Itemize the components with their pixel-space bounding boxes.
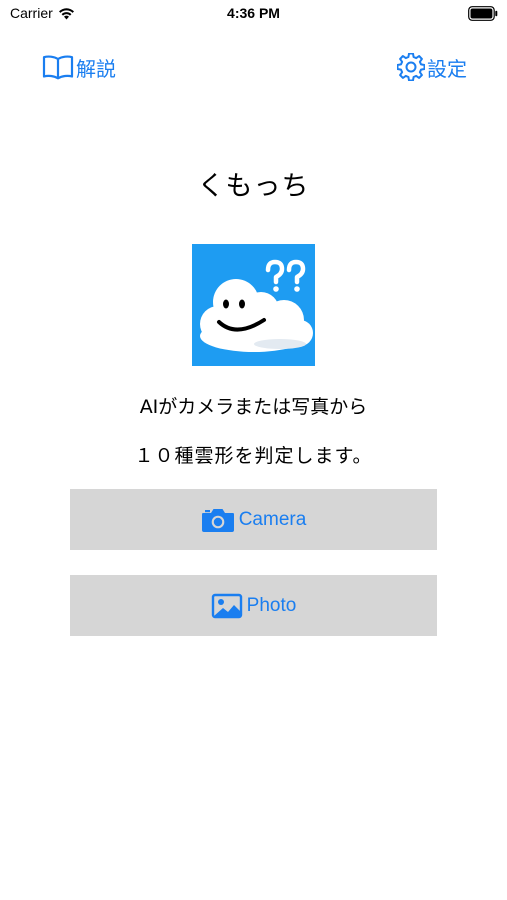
camera-icon: [201, 508, 234, 532]
description-line-2: １０種雲形を判定します。: [134, 445, 373, 467]
status-bar: Carrier 4:36 PM: [0, 0, 507, 28]
photo-icon: [211, 593, 242, 618]
photo-button[interactable]: Photo: [70, 575, 437, 636]
settings-label: 設定: [427, 56, 467, 81]
app-title: くもっち: [197, 171, 310, 202]
book-icon: [42, 55, 74, 80]
description-line-1: AIがカメラまたは写真から: [139, 396, 368, 418]
photo-label: Photo: [246, 594, 297, 616]
status-time: 4:36 PM: [227, 5, 280, 21]
cloud-logo: [192, 244, 315, 366]
gear-icon: [397, 53, 425, 81]
camera-button[interactable]: Camera: [70, 489, 437, 550]
battery-icon: [468, 6, 498, 21]
guide-button[interactable]: 解説: [42, 50, 116, 84]
guide-label: 解説: [76, 56, 116, 81]
camera-label: Camera: [238, 508, 307, 530]
settings-button[interactable]: 設定: [397, 50, 467, 84]
